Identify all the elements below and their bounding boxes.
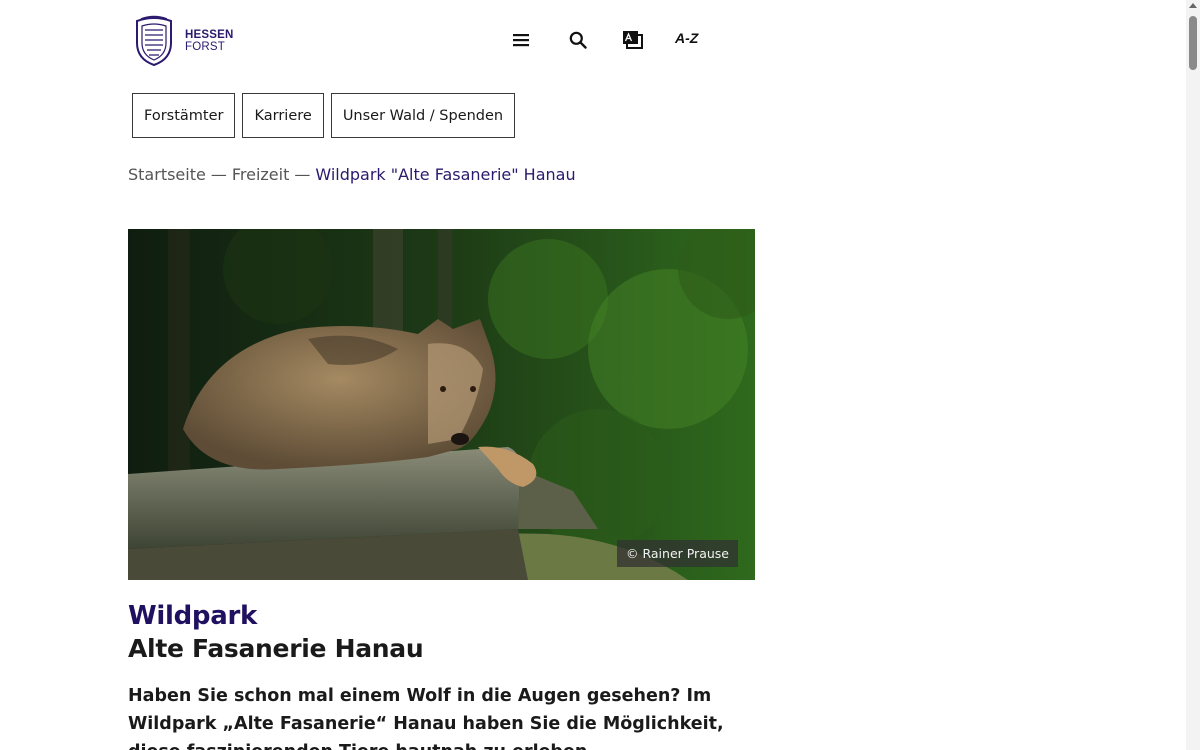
hero-image: © Rainer Prause bbox=[128, 229, 755, 580]
wolf-photo bbox=[128, 229, 755, 580]
hessen-forst-logo[interactable]: HESSEN FORST bbox=[133, 15, 234, 67]
easy-language-icon[interactable] bbox=[621, 28, 645, 52]
hamburger-menu-icon[interactable] bbox=[509, 28, 533, 52]
breadcrumb-separator: — bbox=[294, 165, 311, 184]
breadcrumb-separator: — bbox=[210, 165, 227, 184]
logo-text-forst: FORST bbox=[185, 41, 225, 53]
quick-navigation: Forstämter Karriere Unser Wald / Spenden bbox=[132, 93, 516, 138]
coat-of-arms-icon bbox=[136, 15, 172, 67]
page-subtitle: Alte Fasanerie Hanau bbox=[128, 634, 424, 663]
forstaemter-button[interactable]: Forstämter bbox=[132, 93, 236, 138]
lead-paragraph: Haben Sie schon mal einem Wolf in die Au… bbox=[128, 686, 724, 750]
page: HESSEN FORST A-Z Forstämter Karriere Uns… bbox=[0, 0, 1186, 750]
vertical-scrollbar[interactable] bbox=[1186, 0, 1200, 750]
unser-wald-spenden-button[interactable]: Unser Wald / Spenden bbox=[330, 93, 516, 138]
breadcrumb-startseite[interactable]: Startseite bbox=[128, 165, 206, 184]
image-credit: © Rainer Prause bbox=[617, 540, 738, 567]
page-title: Wildpark bbox=[128, 601, 257, 631]
scroll-up-arrow-icon[interactable] bbox=[1189, 3, 1197, 8]
search-icon[interactable] bbox=[566, 28, 590, 52]
logo-text-hessen: HESSEN bbox=[185, 29, 234, 41]
a-z-index-link[interactable]: A-Z bbox=[675, 30, 698, 46]
karriere-button[interactable]: Karriere bbox=[242, 93, 324, 138]
breadcrumb: Startseite — Freizeit — Wildpark "Alte Fasan… bbox=[128, 165, 576, 184]
scrollbar-thumb[interactable] bbox=[1189, 16, 1197, 70]
breadcrumb-current: Wildpark "Alte Fasanerie" Hanau bbox=[315, 165, 576, 184]
breadcrumb-freizeit[interactable]: Freizeit bbox=[232, 165, 290, 184]
